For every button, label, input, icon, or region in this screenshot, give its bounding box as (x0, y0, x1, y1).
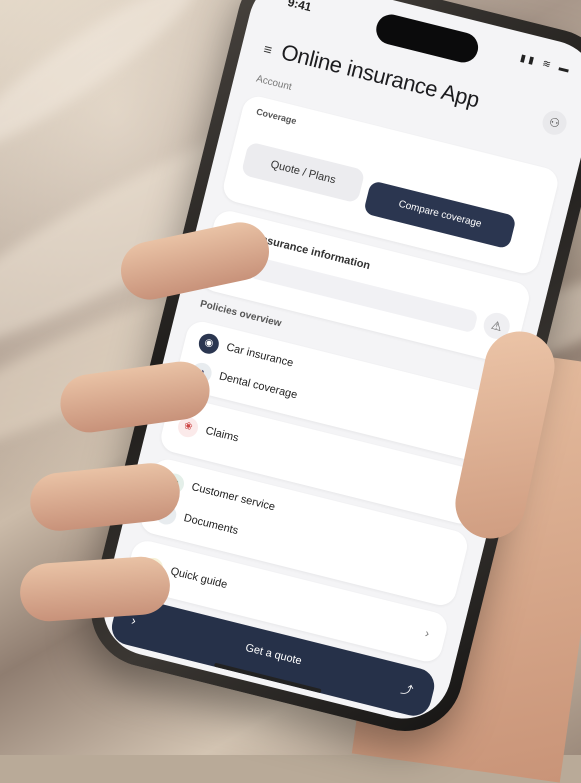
hand-finger (18, 554, 172, 624)
service-label[interactable]: Documents (183, 512, 240, 537)
policy-label[interactable]: Car insurance (225, 341, 294, 369)
quote-plans-button[interactable]: Quote / Plans (240, 141, 366, 204)
chevron-right-icon: › (423, 625, 431, 641)
profile-icon[interactable]: ⚇ (540, 108, 570, 138)
coverage-label: Coverage (255, 106, 298, 127)
share-icon[interactable]: ⤴ (399, 680, 415, 699)
status-icons: ▮▮ ≋ ▬ (518, 52, 573, 77)
guide-label: Quick guide (169, 565, 229, 592)
service-label[interactable]: Customer service (190, 481, 276, 513)
menu-icon[interactable]: ≡ (262, 41, 274, 59)
car-icon: ◉ (196, 331, 221, 356)
policy-label[interactable]: Dental coverage (218, 370, 299, 401)
compare-coverage-button[interactable]: Compare coverage (363, 180, 517, 250)
claims-label: Claims (204, 424, 240, 445)
status-time: 9:41 (286, 0, 313, 15)
dynamic-island (373, 11, 482, 66)
